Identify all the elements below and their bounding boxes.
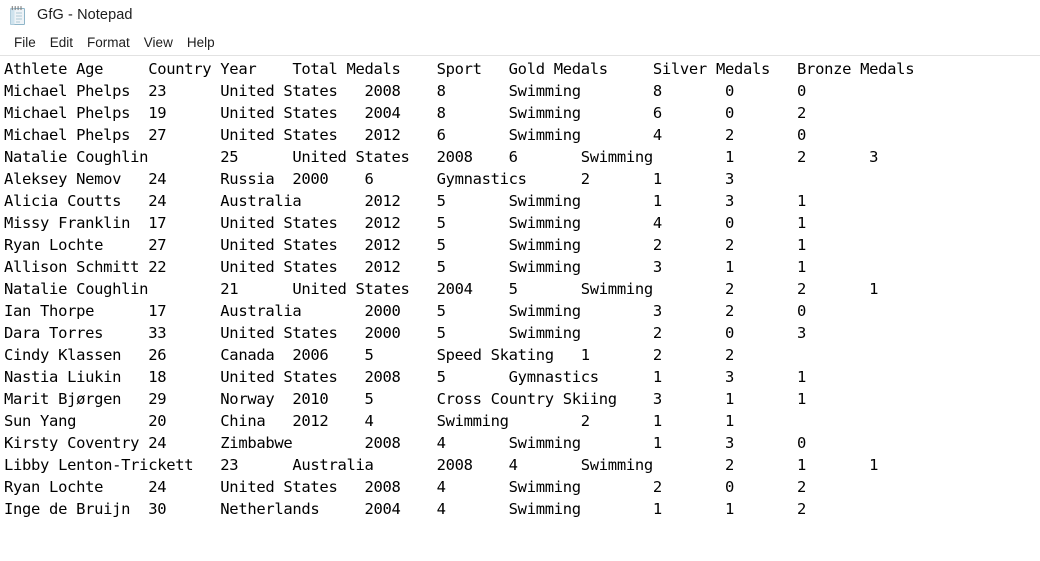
text-editor-area[interactable]: Athlete Age Country Year Total Medals Sp… bbox=[0, 56, 1040, 560]
menu-item-edit[interactable]: Edit bbox=[43, 33, 80, 52]
menu-item-view[interactable]: View bbox=[137, 33, 180, 52]
menu-item-file[interactable]: File bbox=[7, 33, 43, 52]
window-titlebar: GfG - Notepad bbox=[0, 0, 1040, 30]
menu-item-format[interactable]: Format bbox=[80, 33, 137, 52]
notepad-icon bbox=[8, 5, 28, 26]
menu-bar: File Edit Format View Help bbox=[0, 30, 1040, 56]
menu-item-help[interactable]: Help bbox=[180, 33, 222, 52]
document-text[interactable]: Athlete Age Country Year Total Medals Sp… bbox=[0, 56, 1040, 520]
window-title: GfG - Notepad bbox=[37, 7, 133, 23]
